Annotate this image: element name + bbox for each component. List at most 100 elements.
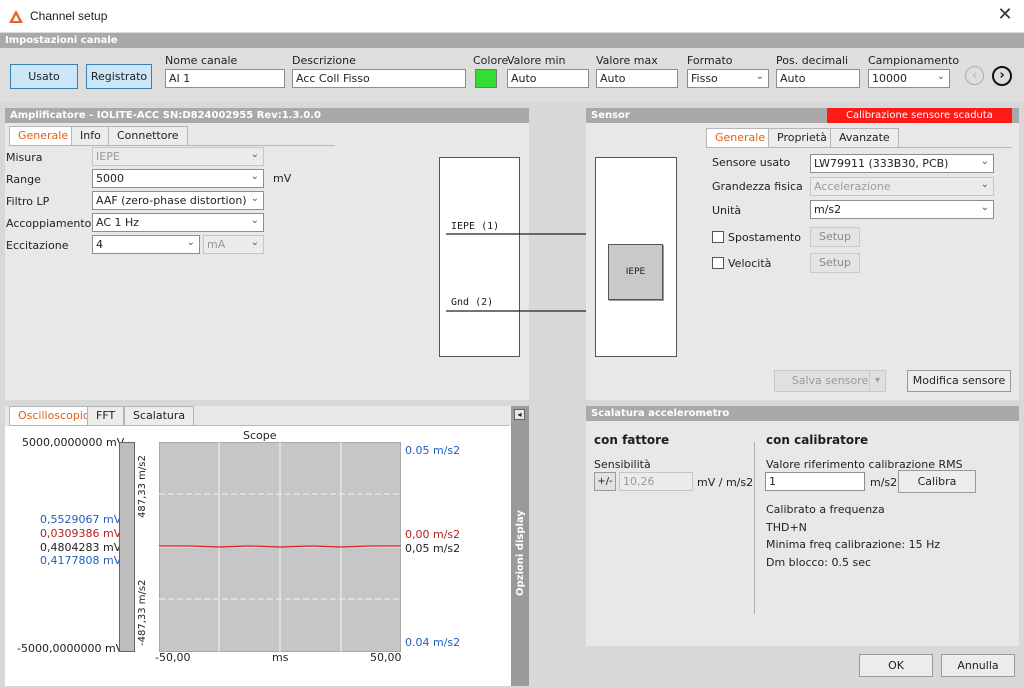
tab-fft[interactable]: FFT — [87, 406, 125, 425]
thd-label: THD+N — [766, 521, 807, 534]
tab-divider — [9, 145, 335, 146]
calibrator-title: con calibratore — [766, 433, 869, 447]
dewesoft-logo-icon — [9, 10, 23, 23]
sensitivity-sign-button[interactable]: +/- — [594, 472, 616, 491]
scope-value-left-1: 0,5529067 mV — [40, 513, 122, 526]
coupling-label: Accoppiamento — [6, 217, 92, 230]
chevron-down-icon: ⌄ — [755, 71, 764, 82]
range-select[interactable]: 5000 ⌄ — [92, 169, 264, 188]
min-value-input[interactable]: Auto — [507, 69, 589, 88]
color-swatch[interactable] — [475, 69, 497, 88]
sensor-used-select[interactable]: LW79911 (333B30, PCB) ⌄ — [810, 154, 994, 173]
range-label: Range — [6, 173, 41, 186]
chevron-down-icon: ⌄ — [186, 237, 195, 248]
scaling-divider — [754, 442, 755, 614]
min-calibration-frequency: Minima freq calibrazione: 15 Hz — [766, 538, 941, 551]
x-axis-min: -50,00 — [155, 651, 191, 664]
display-options-label: Opzioni display — [515, 510, 526, 596]
chevron-down-icon: ⌄ — [980, 202, 989, 213]
lp-filter-select[interactable]: AAF (zero-phase distortion) ⌄ — [92, 191, 264, 210]
tab-divider — [706, 147, 1012, 148]
y-axis-top-right: 0.05 m/s2 — [405, 444, 461, 457]
sensitivity-input[interactable]: 10,26 — [619, 472, 693, 491]
range-value: 5000 — [96, 172, 124, 185]
tab-oscilloscope[interactable]: Oscilloscopio — [9, 406, 99, 425]
chevron-down-icon[interactable]: ▾ — [869, 371, 885, 391]
channel-name-input[interactable]: AI 1 — [165, 69, 285, 88]
channel-settings-panel: Usato Registrato Nome canale AI 1 Descri… — [0, 48, 1024, 102]
x-axis-unit: ms — [272, 651, 289, 664]
lp-filter-value: AAF (zero-phase distortion) — [96, 194, 247, 207]
sampling-value: 10000 — [872, 72, 907, 85]
display-options-tab[interactable]: ◂ Opzioni display — [511, 406, 529, 686]
tab-amplifier-general[interactable]: Generale — [9, 126, 78, 145]
decimals-input[interactable]: Auto — [776, 69, 860, 88]
calibrated-frequency: Calibrato a frequenza — [766, 503, 885, 516]
unit-select[interactable]: m/s2 ⌄ — [810, 200, 994, 219]
channel-name-label: Nome canale — [165, 54, 238, 67]
block-duration: Dm blocco: 0.5 sec — [766, 556, 872, 569]
sensor-used-value: LW79911 (333B30, PCB) — [814, 157, 949, 170]
channel-settings-header: Impostazioni canale — [0, 33, 1024, 48]
format-select[interactable]: Fisso ⌄ — [687, 69, 769, 88]
cancel-button[interactable]: Annulla — [941, 654, 1015, 677]
displacement-checkbox[interactable] — [712, 231, 724, 243]
coupling-select[interactable]: AC 1 Hz ⌄ — [92, 213, 264, 232]
physical-quantity-select[interactable]: Accelerazione ⌄ — [810, 177, 994, 196]
tab-scaling[interactable]: Scalatura — [124, 406, 195, 425]
excitation-value: 4 — [96, 238, 103, 251]
range-unit: mV — [273, 172, 292, 185]
sampling-label: Campionamento — [868, 54, 960, 67]
displacement-setup-button[interactable]: Setup — [810, 227, 860, 247]
velocity-setup-button[interactable]: Setup — [810, 253, 860, 273]
excitation-select[interactable]: 4 ⌄ — [92, 235, 200, 254]
window-title: Channel setup — [30, 9, 108, 23]
sampling-select[interactable]: 10000 ⌄ — [868, 69, 950, 88]
chevron-down-icon: ⌄ — [250, 215, 259, 226]
sensor-used-label: Sensore usato — [712, 156, 791, 169]
excitation-unit-select[interactable]: mA ⌄ — [203, 235, 264, 254]
tab-sensor-advanced[interactable]: Avanzate — [830, 128, 899, 147]
unit-label: Unità — [712, 204, 742, 217]
scope-panel: Oscilloscopio FFT Scalatura Scope 5000,0… — [5, 406, 529, 686]
factor-title: con fattore — [594, 433, 670, 447]
sensitivity-unit: mV / m/s2 — [697, 476, 754, 489]
used-button[interactable]: Usato — [10, 64, 78, 89]
close-icon[interactable]: ✕ — [996, 6, 1014, 24]
chevron-down-icon: ⌄ — [250, 171, 259, 182]
measure-select[interactable]: IEPE ⌄ — [92, 147, 264, 166]
description-input[interactable]: Acc Coll Fisso — [292, 69, 466, 88]
format-value: Fisso — [691, 72, 718, 85]
scope-value-left-3: 0,4804283 mV — [40, 541, 122, 554]
tab-sensor-properties[interactable]: Proprietà — [768, 128, 836, 147]
recorded-button[interactable]: Registrato — [86, 64, 152, 89]
ok-button[interactable]: OK — [859, 654, 933, 677]
displacement-label: Spostamento — [728, 231, 801, 244]
velocity-checkbox[interactable] — [712, 257, 724, 269]
scope-value-left-4: 0,4177808 mV — [40, 554, 122, 567]
collapse-icon[interactable]: ◂ — [514, 409, 525, 420]
tab-amplifier-info[interactable]: Info — [71, 126, 110, 145]
unit-value: m/s2 — [814, 203, 842, 216]
max-value-input[interactable]: Auto — [596, 69, 678, 88]
scaling-panel: Scalatura accelerometro con fattore Sens… — [586, 406, 1019, 646]
next-channel-icon[interactable]: › — [992, 66, 1012, 86]
previous-channel-icon[interactable]: ‹ — [965, 66, 984, 85]
decimals-label: Pos. decimali — [776, 54, 849, 67]
rms-unit: m/s2 — [870, 476, 898, 489]
scaling-header: Scalatura accelerometro — [586, 406, 1019, 421]
edit-sensor-button[interactable]: Modifica sensore — [907, 370, 1011, 392]
measure-label: Misura — [6, 151, 43, 164]
save-sensor-button[interactable]: Salva sensore ▾ — [774, 370, 886, 392]
tab-sensor-general[interactable]: Generale — [706, 128, 775, 147]
rms-input[interactable]: 1 — [765, 472, 865, 491]
lp-filter-label: Filtro LP — [6, 195, 50, 208]
bar-bottom-label-box: -487,33 m/s2 — [137, 566, 151, 656]
tab-amplifier-connector[interactable]: Connettore — [108, 126, 188, 145]
bar-bottom-label: -487,33 m/s2 — [137, 579, 148, 646]
iepe-sensor-box: IEPE — [608, 244, 663, 300]
scope-plot — [159, 442, 401, 652]
calibrate-button[interactable]: Calibra — [898, 470, 976, 493]
chevron-down-icon: ⌄ — [250, 237, 259, 248]
description-label: Descrizione — [292, 54, 356, 67]
